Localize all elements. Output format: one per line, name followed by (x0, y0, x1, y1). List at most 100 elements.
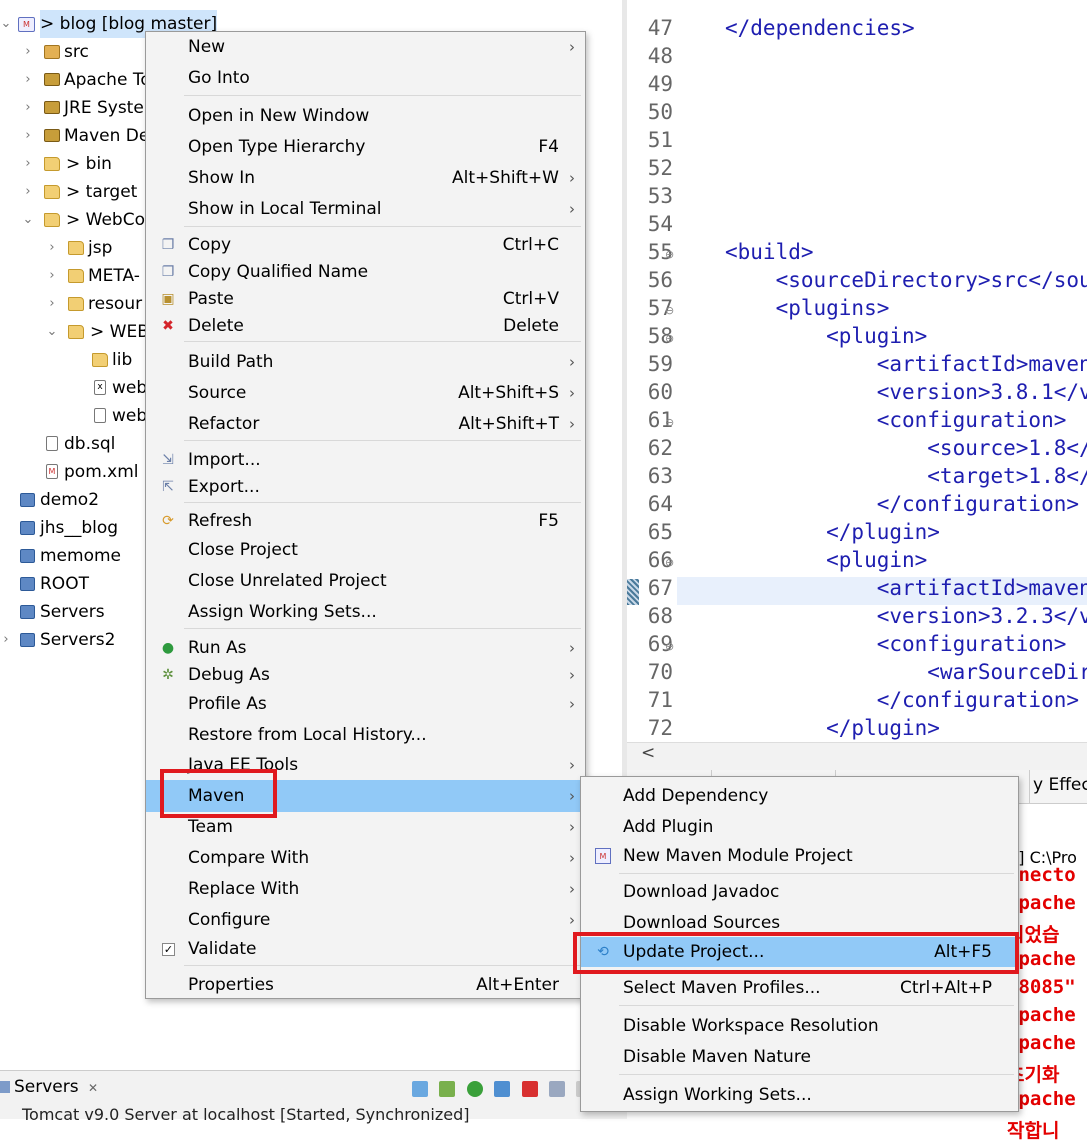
code-text: </configuration> (725, 688, 1080, 712)
line-number: 64 (647, 492, 673, 516)
menu-label: Open Type Hierarchy (188, 137, 366, 157)
project-icon (20, 493, 35, 507)
tree-item-label: Servers2 (40, 630, 116, 650)
code-line: <configuration> (725, 632, 1067, 656)
menu-item-delete[interactable]: ✖ Delete Delete (146, 311, 585, 341)
menu-label: Paste (188, 289, 234, 309)
menu-item-assign-working-sets[interactable]: Assign Working Sets... (146, 597, 585, 627)
submenu-arrow-icon: › (569, 818, 575, 836)
menu-item-close-unrelated-project[interactable]: Close Unrelated Project (146, 566, 585, 596)
code-text: <configuration> (725, 632, 1067, 656)
line-number: 59 (647, 352, 673, 376)
code-line: <artifactId>maven-c (725, 352, 1087, 376)
menu-item-disable-workspace-resolution[interactable]: Disable Workspace Resolution (581, 1011, 1018, 1041)
chevron-down-icon[interactable]: ⌄ (0, 10, 12, 38)
tab-servers[interactable]: Servers ✕ (0, 1077, 98, 1097)
menu-item-open-type-hierarchy[interactable]: Open Type Hierarchy F4 (146, 132, 585, 162)
stop-server-icon[interactable] (521, 1081, 538, 1097)
menu-item-build-path[interactable]: Build Path › (146, 347, 585, 377)
server-entry[interactable]: Tomcat v9.0 Server at localhost [Started… (22, 1105, 469, 1124)
submenu-arrow-icon: › (569, 756, 575, 774)
tree-item-label: META- (88, 266, 140, 286)
menu-item-run-as[interactable]: ● Run As › (146, 633, 585, 663)
menu-item-show-in[interactable]: Show In Alt+Shift+W › (146, 163, 585, 193)
line-number: 60 (647, 380, 673, 404)
code-text: <build> (725, 240, 814, 264)
fold-toggle-icon[interactable]: ⊖ (665, 304, 677, 317)
publish-icon[interactable] (549, 1081, 566, 1097)
menu-label: Assign Working Sets... (623, 1085, 812, 1105)
submenu-arrow-icon: › (569, 38, 575, 56)
menu-item-export[interactable]: ⇱ Export... (146, 472, 585, 502)
scroll-left-arrow-icon[interactable]: < (641, 743, 655, 763)
menu-item-close-project[interactable]: Close Project (146, 535, 585, 565)
menu-label: Refactor (188, 414, 260, 434)
maven-project-icon: M (18, 17, 35, 32)
fold-toggle-icon[interactable]: ⊖ (665, 248, 677, 261)
submenu-arrow-icon: › (569, 666, 575, 684)
profile-server-icon[interactable] (494, 1081, 511, 1097)
menu-item-show-in-local-terminal[interactable]: Show in Local Terminal › (146, 194, 585, 224)
menu-item-copy-qualified-name[interactable]: ❐ Copy Qualified Name (146, 257, 585, 287)
code-line: </configuration> (725, 688, 1079, 712)
menu-item-refresh[interactable]: ⟳ Refresh F5 (146, 506, 585, 536)
horizontal-scrollbar[interactable]: < (627, 742, 1087, 770)
code-text: <version>3.8.1</ver (725, 380, 1087, 404)
menu-item-new-maven-module-project[interactable]: M New Maven Module Project (581, 841, 1018, 871)
menu-item-validate[interactable]: ✓ Validate (146, 934, 585, 964)
menu-item-add-dependency[interactable]: Add Dependency (581, 781, 1018, 811)
menu-item-restore-local-history[interactable]: Restore from Local History... (146, 720, 585, 750)
menu-item-properties[interactable]: Properties Alt+Enter (146, 970, 585, 1000)
menu-label: Replace With (188, 879, 300, 899)
collapse-icon[interactable] (412, 1081, 428, 1097)
menu-item-go-into[interactable]: Go Into (146, 63, 585, 93)
menu-item-source[interactable]: Source Alt+Shift+S › (146, 378, 585, 408)
menu-item-import[interactable]: ⇲ Import... (146, 445, 585, 475)
fold-toggle-icon[interactable]: ⊖ (665, 332, 677, 345)
menu-item-replace-with[interactable]: Replace With › (146, 874, 585, 904)
menu-item-open-in-new-window[interactable]: Open in New Window (146, 101, 585, 131)
start-server-icon[interactable] (466, 1081, 483, 1097)
tree-item-label: Apache To (64, 70, 151, 90)
menu-item-compare-with[interactable]: Compare With › (146, 843, 585, 873)
tree-item-label: > WEB (90, 322, 149, 342)
code-line: <target>1.8</ta (725, 464, 1087, 488)
folder-icon (44, 185, 60, 199)
menu-item-select-maven-profiles[interactable]: Select Maven Profiles... Ctrl+Alt+P (581, 973, 1018, 1003)
close-icon[interactable]: ✕ (88, 1081, 98, 1095)
menu-item-debug-as[interactable]: ✲ Debug As › (146, 660, 585, 690)
menu-label: Add Dependency (623, 786, 769, 806)
fold-toggle-icon[interactable]: ⊖ (665, 556, 677, 569)
menu-item-add-plugin[interactable]: Add Plugin (581, 812, 1018, 842)
tab-effective-pom[interactable]: y Effectiv (1033, 775, 1087, 795)
code-line: <source>1.8</sc (725, 436, 1087, 460)
menu-item-profile-as[interactable]: Profile As › (146, 689, 585, 719)
menu-item-maven-assign-working-sets[interactable]: Assign Working Sets... (581, 1080, 1018, 1110)
menu-item-new[interactable]: New › (146, 32, 585, 62)
menu-item-configure[interactable]: Configure › (146, 905, 585, 935)
menu-label: Show In (188, 168, 256, 188)
context-menu: New › Go Into Open in New Window Open Typ… (145, 31, 586, 999)
menu-item-copy[interactable]: ❐ Copy Ctrl+C (146, 230, 585, 260)
debug-icon: ✲ (162, 667, 174, 683)
tree-item-label: > target (66, 182, 138, 202)
tree-item-label: demo2 (40, 490, 100, 510)
menu-item-paste[interactable]: ▣ Paste Ctrl+V (146, 284, 585, 314)
import-icon: ⇲ (162, 452, 174, 468)
fold-toggle-icon[interactable]: ⊖ (665, 416, 677, 429)
debug-server-icon[interactable] (439, 1081, 456, 1097)
menu-item-refactor[interactable]: Refactor Alt+Shift+T › (146, 409, 585, 439)
submenu-arrow-icon: › (569, 639, 575, 657)
menu-item-download-javadoc[interactable]: Download Javadoc (581, 877, 1018, 907)
menu-item-disable-maven-nature[interactable]: Disable Maven Nature (581, 1042, 1018, 1072)
submenu-arrow-icon: › (569, 200, 575, 218)
fold-toggle-icon[interactable]: ⊖ (665, 640, 677, 653)
code-text: <warSourceDirec (725, 660, 1087, 684)
submenu-arrow-icon: › (569, 880, 575, 898)
code-editor[interactable]: 47 </dependencies> 48 49 50 51 52 53 54 … (627, 0, 1087, 770)
code-line: <plugin> (725, 324, 927, 348)
tree-item-label: ROOT (40, 574, 89, 594)
line-number: 51 (647, 128, 673, 152)
line-number: 65 (647, 520, 673, 544)
tree-item-label: JRE Syster (64, 98, 151, 118)
